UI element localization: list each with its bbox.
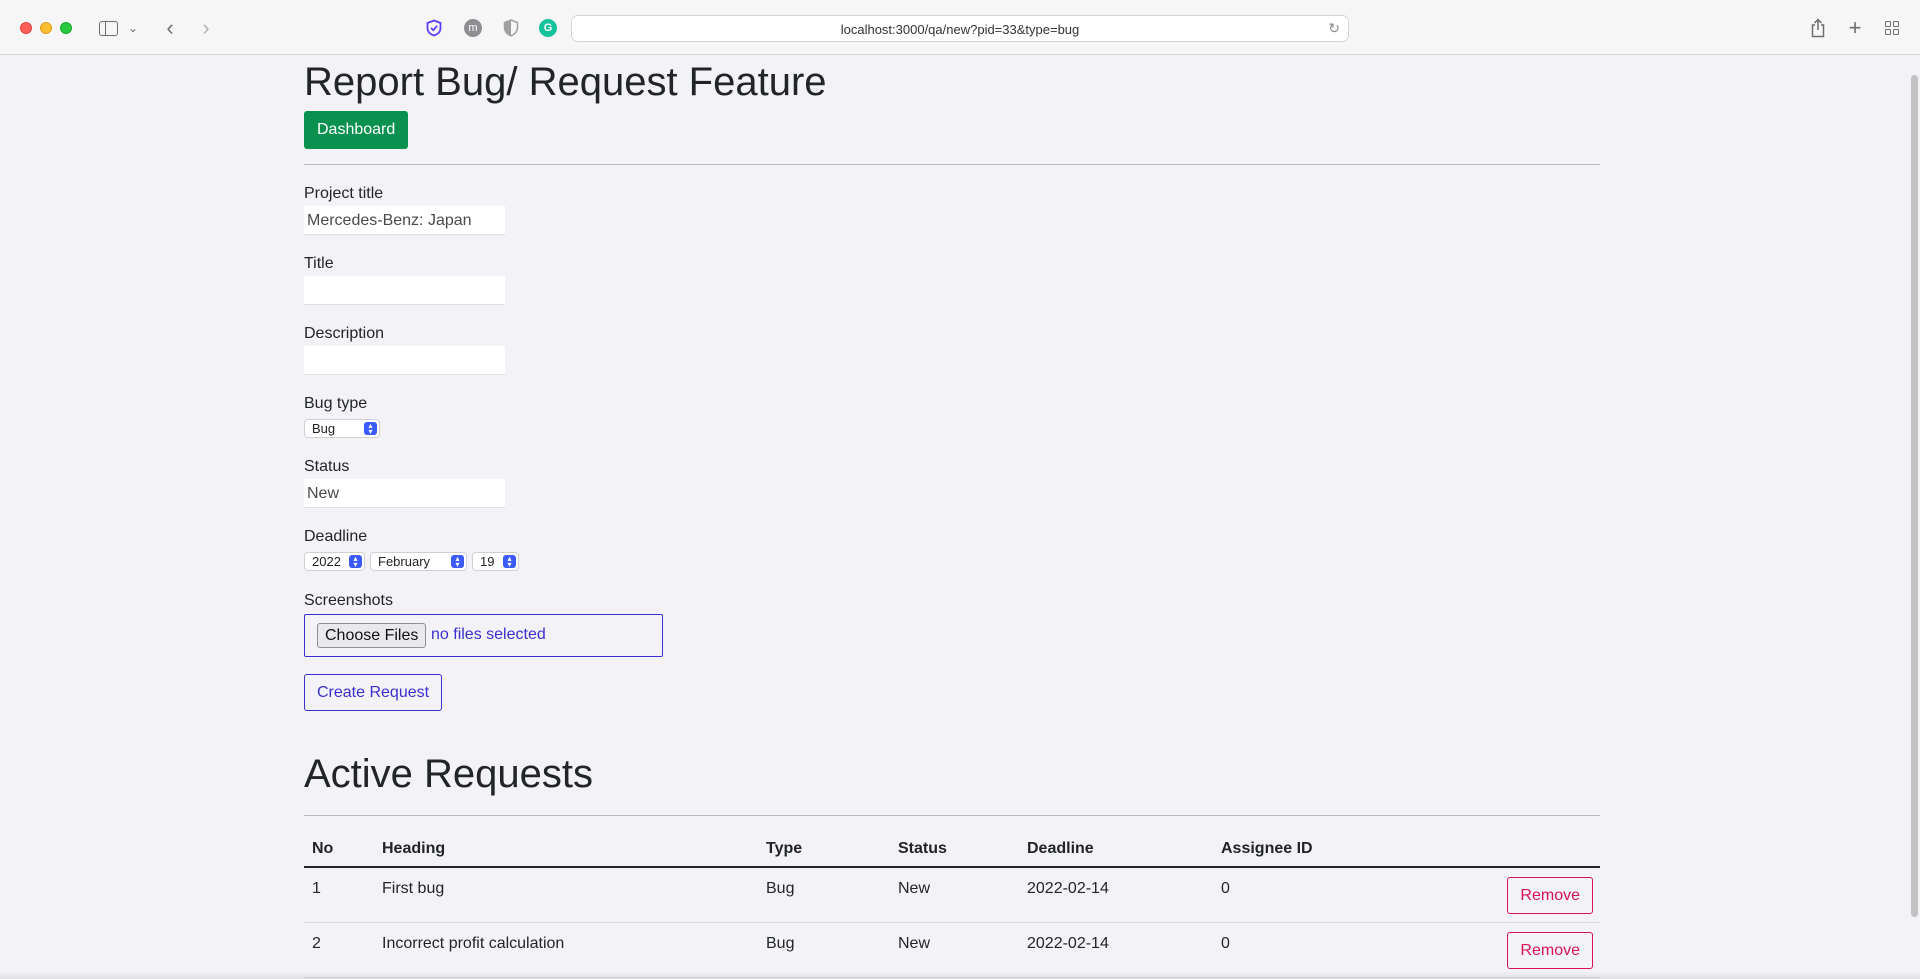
title-label: Title <box>304 255 334 272</box>
cell-deadline: 2022-02-14 <box>1019 922 1213 978</box>
deadline-month-value: February <box>378 554 431 569</box>
active-requests-title: Active Requests <box>304 752 594 796</box>
column-header-no: No <box>304 831 374 868</box>
select-arrows-icon: ▴ ▾ <box>503 555 516 569</box>
table-row: 1 First bug Bug New 2022-02-14 0 Remove <box>304 867 1600 923</box>
main-content: Report Bug/ Request Feature Dashboard Pr… <box>304 55 1600 978</box>
dashboard-button[interactable]: Dashboard <box>304 111 409 149</box>
bug-type-label: Bug type <box>304 395 368 412</box>
chevron-down-icon[interactable]: ⌄ <box>126 16 140 40</box>
description-label: Description <box>304 325 385 342</box>
address-bar[interactable]: localhost:3000/qa/new?pid=33&type=bug ↻ <box>571 15 1349 42</box>
cell-status: New <box>890 922 1019 978</box>
grammarly-icon[interactable]: G <box>539 19 557 37</box>
bug-type-value: Bug <box>312 421 336 436</box>
column-header-actions <box>1413 831 1600 868</box>
tab-overview-icon[interactable] <box>1880 16 1904 40</box>
privacy-shield-icon[interactable] <box>425 19 443 37</box>
forward-icon[interactable]: › <box>194 15 218 40</box>
divider <box>304 815 1600 816</box>
select-arrows-icon: ▴ ▾ <box>349 555 362 569</box>
cell-assignee: 0 <box>1213 922 1413 978</box>
deadline-day-value: 19 <box>480 554 495 569</box>
deadline-label: Deadline <box>304 528 368 545</box>
cell-deadline: 2022-02-14 <box>1019 867 1213 923</box>
cell-type: Bug <box>758 867 890 923</box>
bug-type-select[interactable]: Bug ▴ ▾ <box>304 419 380 438</box>
bottom-shadow <box>0 971 1920 979</box>
title-field[interactable] <box>304 276 505 305</box>
project-title-field[interactable]: Mercedes-Benz: Japan <box>304 206 505 235</box>
screenshots-file-input[interactable]: Choose Files no files selected <box>304 614 663 657</box>
share-icon[interactable] <box>1806 16 1830 40</box>
cell-status: New <box>890 867 1019 923</box>
deadline-day-select[interactable]: 19 ▴ ▾ <box>472 552 519 571</box>
cell-heading: Incorrect profit calculation <box>374 922 758 978</box>
status-field[interactable]: New <box>304 479 505 508</box>
table-header-row: No Heading Type Status Deadline Assignee… <box>304 831 1600 868</box>
remove-button[interactable]: Remove <box>1507 877 1593 914</box>
close-window-button[interactable] <box>20 22 32 34</box>
zoom-window-button[interactable] <box>60 22 72 34</box>
select-arrows-icon: ▴ ▾ <box>451 555 464 569</box>
cell-no: 1 <box>304 867 374 923</box>
requests-table: No Heading Type Status Deadline Assignee… <box>304 831 1600 978</box>
column-header-heading: Heading <box>374 831 758 868</box>
screenshots-label: Screenshots <box>304 592 393 609</box>
column-header-deadline: Deadline <box>1019 831 1213 868</box>
minimize-window-button[interactable] <box>40 22 52 34</box>
cell-heading: First bug <box>374 867 758 923</box>
browser-toolbar: ⌄ ‹ › m G localhost:3000/qa/new?pid=33&t… <box>0 0 1920 55</box>
column-header-assignee: Assignee ID <box>1213 831 1413 868</box>
deadline-year-value: 2022 <box>312 554 341 569</box>
cell-assignee: 0 <box>1213 867 1413 923</box>
page-title: Report Bug/ Request Feature <box>304 60 827 104</box>
create-request-button[interactable]: Create Request <box>304 674 443 711</box>
column-header-status: Status <box>890 831 1019 868</box>
url-text[interactable]: localhost:3000/qa/new?pid=33&type=bug <box>572 16 1348 43</box>
project-title-label: Project title <box>304 185 384 202</box>
back-icon[interactable]: ‹ <box>158 15 182 40</box>
new-tab-icon[interactable]: + <box>1843 15 1867 40</box>
m-extension-icon[interactable]: m <box>464 19 482 37</box>
remove-button[interactable]: Remove <box>1507 931 1593 969</box>
deadline-month-select[interactable]: February ▴ ▾ <box>370 552 467 571</box>
cell-actions: Remove <box>1413 922 1600 978</box>
cell-actions: Remove <box>1413 867 1600 923</box>
table-row: 2 Incorrect profit calculation Bug New 2… <box>304 922 1600 978</box>
cell-type: Bug <box>758 922 890 978</box>
reload-icon[interactable]: ↻ <box>1328 20 1340 37</box>
half-shield-icon[interactable] <box>502 19 520 37</box>
deadline-year-select[interactable]: 2022 ▴ ▾ <box>304 552 365 571</box>
description-field[interactable] <box>304 346 505 375</box>
choose-files-button[interactable]: Choose Files <box>317 623 427 648</box>
divider <box>304 164 1600 165</box>
cell-no: 2 <box>304 922 374 978</box>
file-status-text: no files selected <box>431 626 546 643</box>
page-scrollbar[interactable] <box>1911 75 1918 917</box>
sidebar-toggle-icon[interactable] <box>96 16 120 40</box>
status-label: Status <box>304 458 350 475</box>
select-arrows-icon: ▴ ▾ <box>364 422 377 436</box>
column-header-type: Type <box>758 831 890 868</box>
